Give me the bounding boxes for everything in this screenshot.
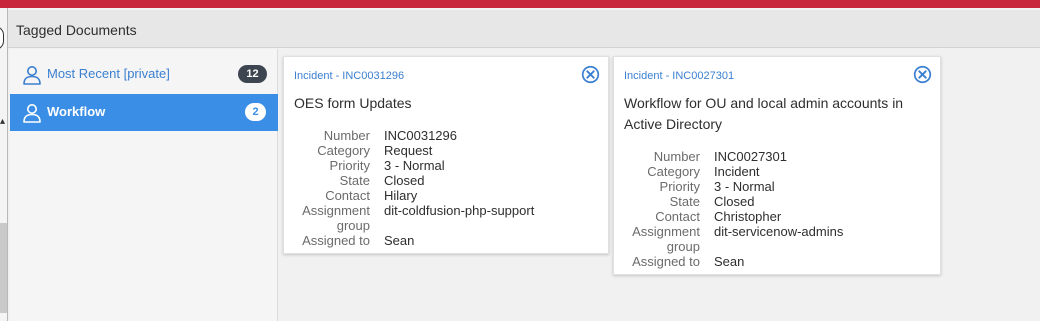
field-row: Priority 3 - Normal xyxy=(284,158,534,173)
field-label: Number xyxy=(323,128,370,143)
count-badge: 12 xyxy=(238,65,267,83)
field-row: Assignment dit-servicenow-admins xyxy=(614,224,843,239)
field-label: Assigned to xyxy=(302,233,370,248)
field-label: Assigned to xyxy=(632,254,700,269)
field-row: Number INC0031296 xyxy=(284,128,534,143)
field-label: State xyxy=(669,194,700,209)
panel-header: Tagged Documents xyxy=(8,10,1040,48)
left-gutter: ▴ xyxy=(0,8,8,321)
caret-icon: ▴ xyxy=(0,116,6,127)
field-value: Hilary xyxy=(384,188,418,203)
field-label: Priority xyxy=(329,158,370,173)
count-badge: 2 xyxy=(245,103,266,121)
card-record-link[interactable]: Incident - INC0027301 xyxy=(624,70,734,82)
document-card[interactable]: Incident - INC0027301 Workflow for OU an… xyxy=(613,56,941,275)
field-row: Priority 3 - Normal xyxy=(614,179,843,194)
field-label: State xyxy=(339,173,370,188)
field-row: Contact Christopher xyxy=(614,209,843,224)
field-value: dit-coldfusion-php-support xyxy=(384,203,535,218)
user-icon xyxy=(23,66,41,85)
card-fields: Number INC0027301 Category Incident Priori… xyxy=(614,149,843,269)
field-row: Contact Hilary xyxy=(284,188,534,203)
field-row: group xyxy=(284,218,534,233)
field-row: Assigned to Sean xyxy=(284,233,534,248)
field-label: Category xyxy=(317,143,370,158)
field-value: INC0027301 xyxy=(714,149,787,164)
sidebar-item-workflow[interactable]: Workflow 2 xyxy=(10,94,278,131)
field-value: INC0031296 xyxy=(384,128,457,143)
card-record-link[interactable]: Incident - INC0031296 xyxy=(294,70,404,82)
card-fields: Number INC0031296 Category Request Priorit… xyxy=(284,128,534,248)
field-row: Number INC0027301 xyxy=(614,149,843,164)
field-row: group xyxy=(614,239,843,254)
field-value: Closed xyxy=(384,173,425,188)
field-value: 3 - Normal xyxy=(384,158,445,173)
top-brand-strip xyxy=(0,0,1040,8)
field-row: Category Incident xyxy=(614,164,843,179)
tag-sidebar: Most Recent [private] 12 Workflow 2 xyxy=(10,49,278,321)
field-label: Category xyxy=(647,164,700,179)
card-title: Workflow for OU and local admin accounts… xyxy=(624,95,904,132)
field-value: Sean xyxy=(384,233,415,248)
panel-title: Tagged Documents xyxy=(16,22,137,38)
document-card[interactable]: Incident - INC0031296 OES form Updates N… xyxy=(283,56,609,254)
field-row: State Closed xyxy=(614,194,843,209)
field-value: Request xyxy=(384,143,433,158)
field-value: Sean xyxy=(714,254,745,269)
documents-area: Incident - INC0031296 OES form Updates N… xyxy=(279,49,1040,321)
close-circle-icon[interactable] xyxy=(581,65,600,84)
field-label: Number xyxy=(653,149,700,164)
user-icon xyxy=(23,104,41,123)
field-label: Contact xyxy=(655,209,700,224)
field-value: dit-servicenow-admins xyxy=(714,224,844,239)
field-label: group xyxy=(336,218,370,233)
field-label: group xyxy=(666,239,700,254)
field-value: 3 - Normal xyxy=(714,179,775,194)
field-value: Incident xyxy=(714,164,760,179)
field-value: Closed xyxy=(714,194,755,209)
card-title: OES form Updates xyxy=(294,95,412,111)
sidebar-item-label: Most Recent [private] xyxy=(47,66,170,81)
field-row: Category Request xyxy=(284,143,534,158)
field-value: Christopher xyxy=(714,209,782,224)
field-label: Assignment xyxy=(302,203,370,218)
field-row: State Closed xyxy=(284,173,534,188)
collapsed-panel-toggle[interactable] xyxy=(0,26,4,50)
sidebar-item-most-recent[interactable]: Most Recent [private] 12 xyxy=(10,56,278,93)
field-label: Contact xyxy=(325,188,370,203)
scrollbar-thumb[interactable] xyxy=(0,223,7,313)
field-row: Assignment dit-coldfusion-php-support xyxy=(284,203,534,218)
close-circle-icon[interactable] xyxy=(913,65,932,84)
sidebar-item-label: Workflow xyxy=(47,104,106,119)
field-row: Assigned to Sean xyxy=(614,254,843,269)
field-label: Assignment xyxy=(632,224,700,239)
field-label: Priority xyxy=(659,179,700,194)
